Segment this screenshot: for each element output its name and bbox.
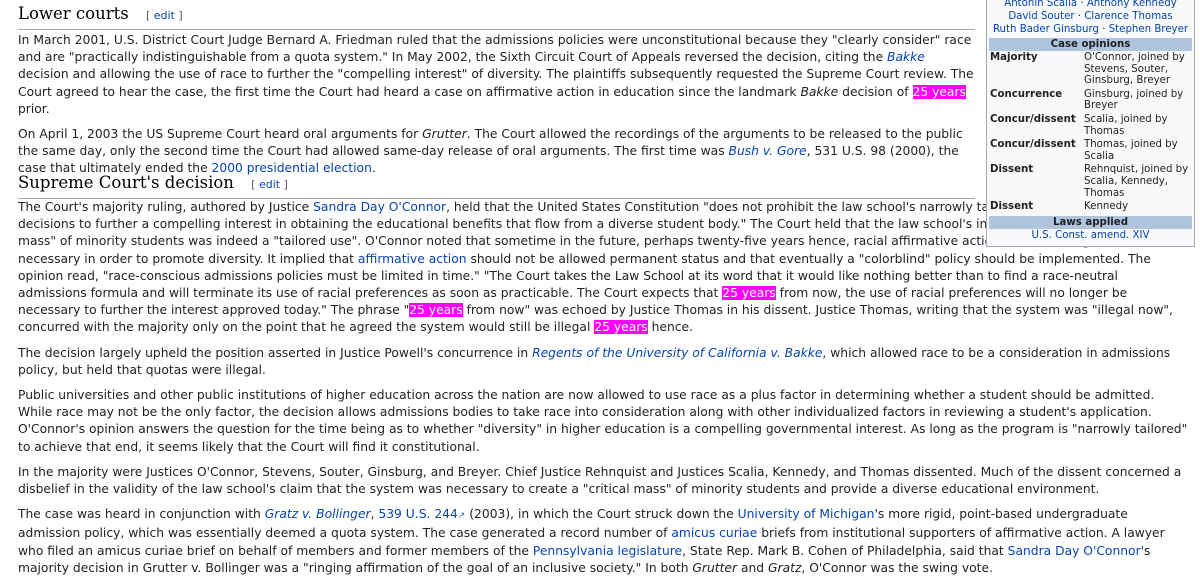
italic-text: Gratz <box>768 560 802 575</box>
opinion-row: Dissent Kennedy <box>989 200 1192 214</box>
italic-text: Bakke <box>800 84 839 99</box>
heading-lower-courts: Lower courts [ edit ] <box>18 3 975 30</box>
text-run: and <box>737 560 769 575</box>
justice-link[interactable]: Ruth Bader Ginsburg <box>993 24 1099 35</box>
opinion-type: Concur/dissent <box>990 113 1076 125</box>
search-highlight: 25 years <box>722 286 776 301</box>
opinion-type: Majority <box>990 52 1038 63</box>
search-highlight: 25 years <box>912 84 966 99</box>
opinion-row: Concur/dissent Scalia, joined by Thomas <box>989 113 1192 138</box>
justice-row: Antonin Scalia · Anthony Kennedy <box>989 0 1192 10</box>
opinion-type: Dissent <box>990 164 1034 176</box>
inline-link[interactable]: Sandra Day O'Connor <box>1008 544 1141 558</box>
opinion-authors: O'Connor, joined by Stevens, Souter, Gin… <box>1084 52 1185 87</box>
justice-link[interactable]: Antonin Scalia <box>1004 0 1077 9</box>
opinion-authors: Rehnquist, joined by Scalia, Kennedy, Th… <box>1084 164 1189 199</box>
edit-link[interactable]: edit <box>259 178 280 191</box>
paragraph: Public universities and other public ins… <box>18 387 1188 456</box>
justice-link[interactable]: Stephen Breyer <box>1109 24 1188 35</box>
text-run: The decision largely upheld the position… <box>18 345 533 360</box>
heading-text: Supreme Court's decision <box>18 173 234 192</box>
lower-courts-body: In March 2001, U.S. District Court Judge… <box>18 32 975 186</box>
text-run: , O'Connor was the swing vote. <box>801 560 993 575</box>
opinion-authors: Kennedy <box>1084 201 1129 213</box>
separator: · <box>1077 0 1087 9</box>
inline-link[interactable]: Bakke <box>887 50 925 64</box>
case-infobox: Antonin Scalia · Anthony Kennedy David So… <box>986 0 1195 247</box>
opinion-authors: Thomas, joined by Scalia <box>1084 139 1178 162</box>
italic-text: Grutter <box>692 560 738 575</box>
justice-row: David Souter · Clarence Thomas <box>989 10 1192 23</box>
inline-link[interactable]: Gratz v. Bollinger <box>265 507 371 521</box>
edit-link-lower[interactable]: [ edit ] <box>146 9 183 22</box>
paragraph: In March 2001, U.S. District Court Judge… <box>18 32 975 118</box>
opinion-authors: Scalia, joined by Thomas <box>1084 113 1168 137</box>
opinion-row: Concurrence Ginsburg, joined by Breyer <box>989 88 1192 113</box>
text-run: In March 2001, U.S. District Court Judge… <box>18 33 972 65</box>
justice-link[interactable]: David Souter <box>1008 11 1074 22</box>
supreme-decision-body: The Court's majority ruling, authored by… <box>18 199 1188 585</box>
text-run: On April 1, 2003 the US Supreme Court he… <box>18 127 423 142</box>
paragraph: On April 1, 2003 the US Supreme Court he… <box>18 126 975 178</box>
text-run: prior. <box>18 101 50 116</box>
heading-supreme-decision: Supreme Court's decision [ edit ] <box>18 172 975 199</box>
justices-list: Antonin Scalia · Anthony Kennedy David So… <box>989 0 1192 36</box>
inline-link[interactable]: Regents of the University of California … <box>532 346 822 360</box>
inline-link[interactable]: University of Michigan <box>738 507 875 521</box>
search-highlight: 25 years <box>594 320 648 335</box>
law-link[interactable]: U.S. Const. amend. XIV <box>989 229 1192 243</box>
separator: · <box>1099 24 1109 35</box>
italic-text: Grutter <box>422 127 467 142</box>
text-run: In the majority were Justices O'Connor, … <box>18 464 1182 497</box>
separator: · <box>1074 11 1085 22</box>
text-run: The Court's majority ruling, authored by… <box>18 200 314 214</box>
opinion-authors: Ginsburg, joined by Breyer <box>1084 88 1184 112</box>
paragraph: The case was heard in conjunction with G… <box>18 506 1188 577</box>
opinion-type: Concurrence <box>990 88 1063 100</box>
opinion-row: Dissent Rehnquist, joined by Scalia, Kenn… <box>989 163 1192 200</box>
heading-text: Lower courts <box>18 4 129 23</box>
text-run: hence. <box>647 320 693 335</box>
text-run: (2003), in which the Court struck down t… <box>465 507 738 522</box>
justice-link[interactable]: Anthony Kennedy <box>1087 0 1177 9</box>
search-highlight: 25 years <box>409 303 463 318</box>
opinion-row: Concur/dissent Thomas, joined by Scalia <box>989 138 1192 163</box>
opinion-type: Dissent <box>990 201 1034 213</box>
opinion-type: Concur/dissent <box>990 139 1076 151</box>
justice-link[interactable]: Clarence Thomas <box>1084 11 1172 22</box>
paragraph: In the majority were Justices O'Connor, … <box>18 464 1188 498</box>
inline-link[interactable]: amicus curiae <box>671 526 757 540</box>
text-run: , State Rep. Mark B. Cohen of Philadelph… <box>682 543 1008 558</box>
opinion-row: Majority O'Connor, joined by Stevens, Sou… <box>989 51 1192 88</box>
paragraph: The decision largely upheld the position… <box>18 345 1188 379</box>
inline-link[interactable]: Pennsylvania legislature <box>533 544 682 558</box>
justice-row: Ruth Bader Ginsburg · Stephen Breyer <box>989 23 1192 36</box>
case-opinions-header: Case opinions <box>989 38 1192 51</box>
edit-link-supreme[interactable]: [ edit ] <box>251 178 288 191</box>
inline-link[interactable]: Sandra Day O'Connor <box>313 200 446 214</box>
inline-link[interactable]: 539 U.S. 244 <box>378 507 457 521</box>
edit-link[interactable]: edit <box>154 9 175 22</box>
text-run: decision of <box>838 84 913 99</box>
inline-link[interactable]: affirmative action <box>358 252 467 266</box>
text-run: The case was heard in conjunction with <box>18 507 265 522</box>
text-run: Public universities and other public ins… <box>18 388 1188 454</box>
inline-link[interactable]: Bush v. Gore <box>729 144 807 158</box>
laws-applied-header: Laws applied <box>989 215 1192 229</box>
opinions-table: Majority O'Connor, joined by Stevens, Sou… <box>989 51 1192 214</box>
